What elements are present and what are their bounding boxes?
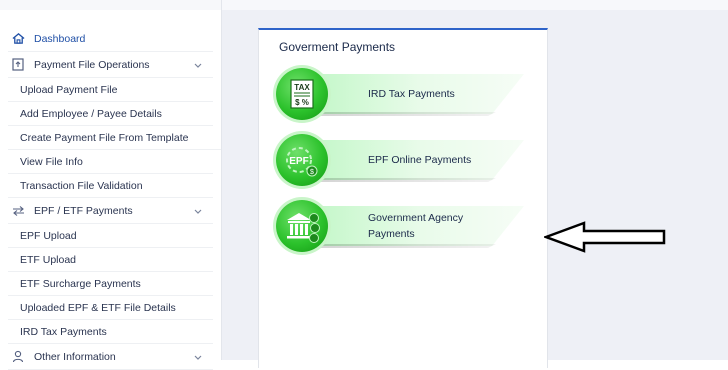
button-label-line2: Payments [368,228,415,240]
sidebar-item-epf-etf-payments[interactable]: EPF / ETF Payments [8,198,213,224]
government-building-icon [276,200,328,252]
sidebar-item-label: EPF / ETF Payments [34,204,133,217]
home-icon [10,31,26,47]
file-upload-icon [10,57,26,73]
sidebar-item-label: View File Info [20,155,83,168]
button-label: IRD Tax Payments [368,88,455,100]
sidebar-item-label: ETF Upload [20,253,77,266]
tax-document-icon: TAX $ % [276,68,328,120]
ird-tax-payments-button[interactable]: TAX $ % IRD Tax Payments [276,68,526,120]
sidebar-item-etf-surcharge[interactable]: ETF Surcharge Payments [8,272,213,296]
sidebar-item-label: IRD Tax Payments [20,325,107,338]
sidebar-item-etf-upload[interactable]: ETF Upload [8,248,213,272]
sidebar-item-transaction-file-validation[interactable]: Transaction File Validation [8,174,213,198]
sidebar: Dashboard Payment File Operations Upload… [0,0,222,370]
button-label-line1: Government Agency [368,212,464,224]
sidebar-item-label: ETF Surcharge Payments [20,277,141,290]
government-agency-payments-button[interactable]: Government Agency Payments [276,200,526,252]
sidebar-item-label: Transaction File Validation [20,179,143,192]
svg-text:$: $ [310,169,314,176]
chevron-down-icon [193,60,203,70]
sidebar-item-label: Add Employee / Payee Details [20,107,162,120]
epf-online-payments-button[interactable]: EPF $ EPF Online Payments [276,134,526,186]
sidebar-item-dashboard[interactable]: Dashboard [8,26,213,52]
transfer-icon [10,203,26,219]
sidebar-item-label: EPF Upload [20,229,77,242]
chevron-down-icon [193,206,203,216]
sidebar-item-label: Upload Payment File [20,83,118,96]
sidebar-item-epf-upload[interactable]: EPF Upload [8,224,213,248]
sidebar-item-view-file-info[interactable]: View File Info [8,150,213,174]
button-label: EPF Online Payments [368,154,472,166]
sidebar-item-label: Other Information [34,350,116,363]
user-icon [10,349,26,365]
svg-text:TAX: TAX [294,83,310,92]
svg-text:$ %: $ % [295,98,309,107]
sidebar-item-label: Uploaded EPF & ETF File Details [20,301,176,314]
sidebar-item-label: Dashboard [34,32,86,45]
svg-text:EPF: EPF [289,156,308,167]
sidebar-item-ird-tax-payments[interactable]: IRD Tax Payments [8,320,213,344]
sidebar-item-uploaded-file-details[interactable]: Uploaded EPF & ETF File Details [8,296,213,320]
card-title: Goverment Payments [279,40,396,54]
sidebar-item-add-employee[interactable]: Add Employee / Payee Details [8,102,213,126]
sidebar-item-other-information[interactable]: Other Information [8,344,213,370]
sidebar-item-create-from-template[interactable]: Create Payment File From Template [8,126,221,150]
sidebar-item-payment-file-operations[interactable]: Payment File Operations [8,52,213,78]
sidebar-item-label: Create Payment File From Template [20,131,189,144]
sidebar-item-label: Payment File Operations [34,58,150,71]
epf-coins-icon: EPF $ [276,134,328,186]
chevron-down-icon [193,352,203,362]
sidebar-item-upload-payment-file[interactable]: Upload Payment File [8,78,213,102]
button-label: Government Agency Payments [368,206,518,246]
left-arrow-icon [542,220,668,259]
